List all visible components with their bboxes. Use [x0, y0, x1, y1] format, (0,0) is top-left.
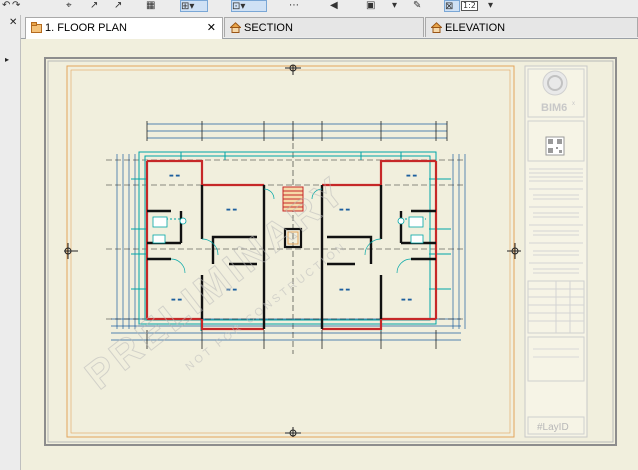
- house-icon: [230, 22, 241, 33]
- svg-text:▬ ▬: ▬ ▬: [169, 173, 180, 179]
- watermark-main: PRELIMINARY: [77, 168, 355, 399]
- title-block: BIM6 x #LayID: [524, 65, 588, 438]
- zoom-2-icon[interactable]: ▾: [488, 0, 493, 12]
- left-panel: ✕ ▸: [0, 15, 21, 470]
- arrow-tool-icon[interactable]: ↗: [90, 0, 98, 12]
- zoom-scale[interactable]: 1:2: [461, 0, 478, 12]
- house-icon: [431, 22, 442, 33]
- qr-code-icon: [545, 136, 565, 156]
- layers-icon[interactable]: ▣: [366, 0, 375, 12]
- tab-elevation[interactable]: ELEVATION: [425, 17, 638, 37]
- layout-icon[interactable]: ✎: [413, 0, 421, 12]
- tab-section[interactable]: SECTION: [224, 17, 424, 37]
- expand-icon[interactable]: ▸: [5, 55, 9, 64]
- svg-text:▬ ▬: ▬ ▬: [226, 207, 237, 213]
- grid-tool-icon[interactable]: ⊠: [444, 0, 460, 12]
- undo-icon[interactable]: ↶: [2, 0, 10, 12]
- zoom-icon[interactable]: ⋯: [289, 0, 299, 12]
- logo-text: BIM6: [541, 102, 567, 114]
- tab-label: 1. FLOOR PLAN: [45, 22, 127, 34]
- tab-floor-plan[interactable]: 1. FLOOR PLAN ✕: [25, 17, 223, 39]
- close-tab-icon[interactable]: ✕: [207, 18, 216, 38]
- marquee-tool-icon[interactable]: ⊞▾: [180, 0, 208, 12]
- svg-text:▬ ▬: ▬ ▬: [339, 287, 350, 293]
- tab-label: SECTION: [244, 22, 293, 34]
- drawing-sheet: BIM6 x #LayID ▬ ▬▬ ▬ ▬ ▬▬ ▬ ▬ ▬▬ ▬ ▬ ▬▬ …: [44, 57, 617, 446]
- svg-text:▬ ▬: ▬ ▬: [401, 297, 412, 303]
- svg-text:▬ ▬: ▬ ▬: [406, 173, 417, 179]
- select-tool-icon[interactable]: ▦: [146, 0, 155, 12]
- view-icon[interactable]: ◀: [330, 0, 338, 12]
- section-marker-icon[interactable]: [285, 427, 301, 437]
- close-icon[interactable]: ✕: [9, 17, 17, 28]
- arrow-tool-2-icon[interactable]: ↗: [114, 0, 122, 12]
- toolbar: ↶ ↷ ⌖ ↗ ↗ ▦ ⊞▾ ⊡▾ ⋯ ◀ ▣ ▾ ✎ ⊠ 1:2 ▾: [0, 0, 638, 16]
- drawing-canvas[interactable]: BIM6 x #LayID ▬ ▬ ▬ ▬ ▬ ▬ ▬ ▬ ▬ ▬ ▬ ▬ ▬ …: [21, 39, 638, 470]
- pick-icon[interactable]: ⌖: [66, 0, 72, 12]
- redo-icon[interactable]: ↷: [12, 0, 20, 12]
- watermark: PRELIMINARY NOT FOR CONSTRUCTION: [77, 167, 356, 399]
- floor-plan-icon: [31, 22, 42, 33]
- logo-superscript: x: [572, 101, 575, 107]
- tab-bar: 1. FLOOR PLAN ✕ SECTION ELEVATION: [21, 15, 638, 39]
- layout-id-label: #LayID: [537, 422, 569, 433]
- home-icon[interactable]: ▾: [392, 0, 397, 12]
- dimension-tool-icon[interactable]: ⊡▾: [231, 0, 267, 12]
- tab-label: ELEVATION: [445, 22, 506, 34]
